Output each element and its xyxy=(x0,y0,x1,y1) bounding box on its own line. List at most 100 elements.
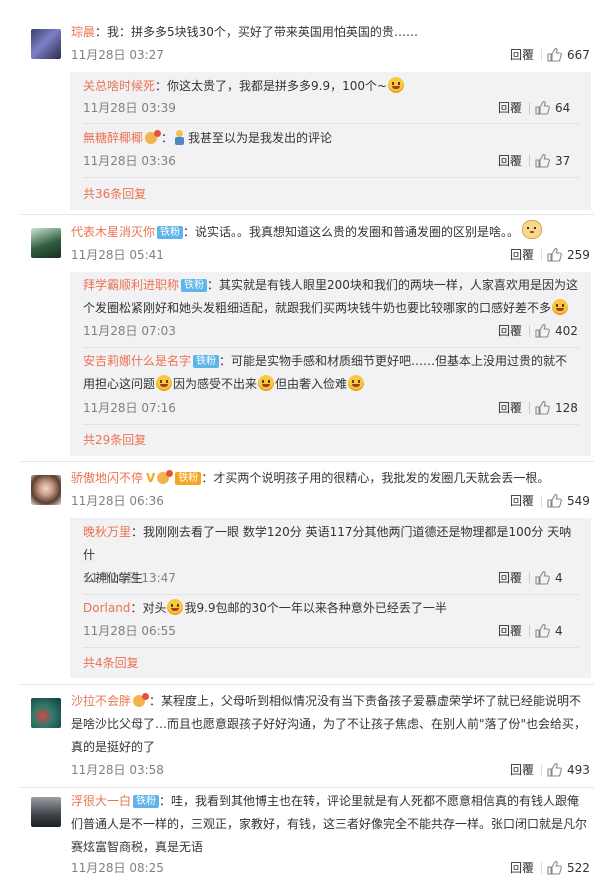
thumbs-up-icon xyxy=(547,763,562,777)
laugh-emoji-icon xyxy=(156,375,173,391)
divider xyxy=(83,177,579,178)
colon: ： xyxy=(155,79,168,93)
username[interactable]: 骄傲地闪不停 xyxy=(71,471,143,485)
timestamp: 11月28日 07:16 xyxy=(83,401,176,415)
colon: ： xyxy=(161,131,174,145)
colon: ： xyxy=(95,25,108,39)
username[interactable]: 沙拉不会胖 xyxy=(71,694,131,708)
reply-button[interactable]: 回覆 xyxy=(498,321,522,341)
fan-badge: 铁粉 xyxy=(157,226,184,239)
reply-text: 無糖醉椰椰 ： 我甚至以为是我发出的评论 xyxy=(83,127,579,150)
dog-emoji-icon xyxy=(522,220,543,239)
laugh-emoji-icon xyxy=(388,77,405,93)
reply-meta: 11月28日 07:16 回覆 128 xyxy=(83,398,579,418)
comment-text: 琮晨：我：拼多多5块钱30个，买好了带来英国用怕英国的贵…… xyxy=(71,21,591,44)
reply-button[interactable]: 回覆 xyxy=(498,98,522,118)
username[interactable]: 晚秋万里 xyxy=(83,525,131,539)
thumbs-up-icon xyxy=(547,861,562,875)
more-replies-link[interactable]: 共29条回复 xyxy=(83,430,146,450)
comment-meta: 11月28日 06:36 回覆 549 xyxy=(71,491,591,511)
timestamp: 11月28日 03:58 xyxy=(71,763,164,777)
like-count: 667 xyxy=(567,48,590,62)
laugh-emoji-icon xyxy=(258,375,275,391)
reply-button[interactable]: 回覆 xyxy=(510,491,534,511)
divider xyxy=(541,495,542,507)
reply-button[interactable]: 回覆 xyxy=(510,245,534,265)
thumbs-up-icon xyxy=(535,101,550,115)
laugh-emoji-icon xyxy=(348,375,365,391)
comment-meta: 11月28日 08:25 回覆 522 xyxy=(71,858,591,878)
thumbs-up-icon xyxy=(535,571,550,585)
divider xyxy=(529,625,530,637)
avatar[interactable] xyxy=(31,475,61,505)
divider xyxy=(541,249,542,261)
like-count: 37 xyxy=(555,154,571,168)
medal-icon xyxy=(133,693,150,708)
thumbs-up-icon xyxy=(535,324,550,338)
fan-badge: 铁粉 xyxy=(193,355,220,368)
colon: ： xyxy=(159,794,172,808)
comment-body: 才买两个说明孩子用的很精心，我批发的发圈几天就会丢一根。 xyxy=(213,471,550,485)
username[interactable]: 琮晨 xyxy=(71,25,95,39)
reply-body: 对头 xyxy=(142,601,167,615)
medal-icon xyxy=(145,130,162,145)
more-replies-link[interactable]: 共36条回复 xyxy=(83,184,146,204)
username[interactable]: 浮很大一白 xyxy=(71,794,131,808)
username[interactable]: 拜学霸顺利进职称 xyxy=(83,278,179,292)
reply-button[interactable]: 回覆 xyxy=(510,45,534,65)
comment-text: 骄傲地闪不停 V 铁粉 ：才买两个说明孩子用的很精心，我批发的发圈几天就会丢一根。 xyxy=(71,467,591,490)
avatar[interactable] xyxy=(31,228,61,258)
comment-meta: 11月28日 03:58 回覆 493 xyxy=(71,760,591,780)
thumbs-up-icon xyxy=(547,248,562,262)
colon: ： xyxy=(183,225,196,239)
reply-box: 晚秋万里：我刚刚去看了一眼 数学120分 英语117分其他两门道德还是物理都是1… xyxy=(70,518,591,678)
reply-body: 其实就是有钱人眼里200块和我们的两块一样，人家喜欢用是因为这 xyxy=(219,278,578,292)
comment-body: 真的是挺好的了 xyxy=(71,740,156,754)
divider xyxy=(83,347,579,348)
reply-meta: 11月28日 03:39 回覆 64 xyxy=(83,98,579,118)
comment-body: 们普通人是不一样的，三观正，家教好，有钱，这三者好像完全不能共存一样。张口闭口就… xyxy=(71,817,588,831)
more-replies-link[interactable]: 共4条回复 xyxy=(83,653,139,673)
reply-button[interactable]: 回覆 xyxy=(510,858,534,878)
divider xyxy=(83,123,579,124)
reply-button[interactable]: 回覆 xyxy=(510,760,534,780)
like-count: 4 xyxy=(555,571,563,585)
colon: ： xyxy=(207,278,220,292)
reply-button[interactable]: 回覆 xyxy=(498,151,522,171)
medal-icon xyxy=(157,470,174,485)
reply-body: 个发圈松紧刚好和她头发粗细适配，就跟我们买两块钱牛奶也要比较哪家的口感好差不多 xyxy=(83,301,552,315)
thumbs-up-icon xyxy=(547,494,562,508)
divider xyxy=(20,461,594,462)
reply-button[interactable]: 回覆 xyxy=(498,568,522,588)
avatar[interactable] xyxy=(31,797,61,827)
divider xyxy=(20,214,594,215)
comment-body: 说实话。。我真想知道这么贵的发圈和普通发圈的区别是啥。。 xyxy=(195,225,520,239)
comment-body: 是啥沙比父母了…而且也愿意跟孩子好好沟通，为了不让孩子焦虑、在别人前"落了份"也… xyxy=(71,717,587,731)
username[interactable]: 無糖醉椰椰 xyxy=(83,131,143,145)
divider xyxy=(529,572,530,584)
avatar[interactable] xyxy=(31,29,61,59)
like-count: 259 xyxy=(567,248,590,262)
username[interactable]: 关总啥时候死 xyxy=(83,79,155,93)
username[interactable]: 安吉莉娜什么是名字 xyxy=(83,354,191,368)
timestamp: 11月28日 03:27 xyxy=(71,48,164,62)
divider xyxy=(529,155,530,167)
like-count: 4 xyxy=(555,624,563,638)
username[interactable]: Dorland xyxy=(83,601,130,615)
laugh-emoji-icon xyxy=(552,299,569,315)
reply-button[interactable]: 回覆 xyxy=(498,621,522,641)
verified-icon: V xyxy=(146,471,156,485)
avatar[interactable] xyxy=(31,698,61,728)
reply-button[interactable]: 回覆 xyxy=(498,398,522,418)
like-count: 64 xyxy=(555,101,571,115)
timestamp: 11月28日 08:25 xyxy=(71,861,164,875)
comment-body: 我：拼多多5块钱30个，买好了带来英国用怕英国的贵…… xyxy=(107,25,418,39)
colon: ： xyxy=(131,525,144,539)
divider xyxy=(83,424,579,425)
sticker-icon xyxy=(173,130,186,145)
divider xyxy=(529,402,530,414)
like-count: 549 xyxy=(567,494,590,508)
username[interactable]: 代表木星消灭你 xyxy=(71,225,155,239)
reply-body: 但由奢入俭难 xyxy=(275,377,348,391)
colon: ： xyxy=(149,694,162,708)
